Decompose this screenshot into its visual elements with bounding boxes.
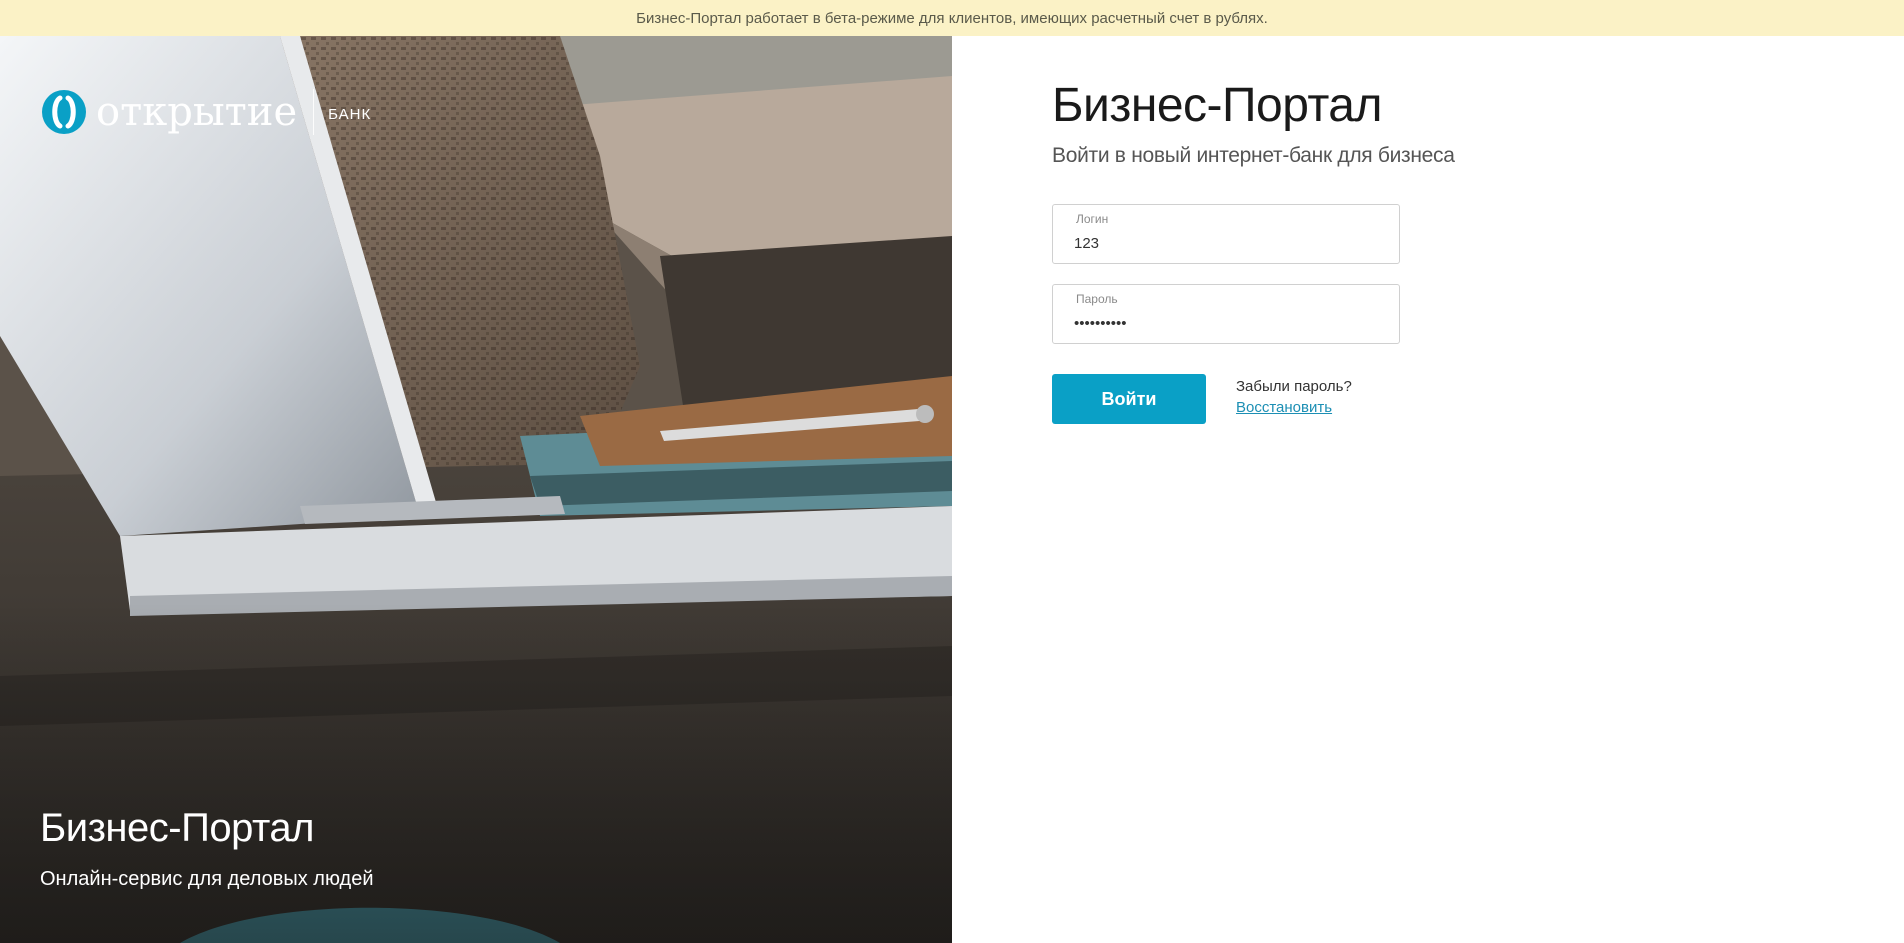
beta-notice-banner: Бизнес-Портал работает в бета-режиме для… <box>0 0 1904 36</box>
otkritie-logo-icon <box>42 90 86 134</box>
login-button[interactable]: Войти <box>1052 374 1206 424</box>
login-input[interactable] <box>1074 231 1374 255</box>
forgot-password-block: Забыли пароль? Восстановить <box>1236 378 1352 416</box>
hero-shade <box>0 603 952 943</box>
password-input[interactable] <box>1074 311 1374 335</box>
forgot-password-text: Забыли пароль? <box>1236 378 1352 395</box>
logo-divider <box>313 89 315 135</box>
recover-password-link[interactable]: Восстановить <box>1236 399 1352 416</box>
page-subtitle: Войти в новый интернет-банк для бизнеса <box>1052 144 1455 167</box>
hero-title: Бизнес-Портал <box>40 806 314 850</box>
hero-panel: открытие БАНК Бизнес-Портал Онлайн-серви… <box>0 36 952 943</box>
password-field-label: Пароль <box>1076 292 1118 306</box>
logo-wordmark: открытие <box>96 89 298 135</box>
beta-notice-text: Бизнес-Портал работает в бета-режиме для… <box>636 9 1268 27</box>
password-field[interactable]: Пароль <box>1052 284 1400 344</box>
login-panel: Бизнес-Портал Войти в новый интернет-бан… <box>952 36 1904 943</box>
hero-subtitle: Онлайн-сервис для деловых людей <box>40 868 374 890</box>
login-field-label: Логин <box>1076 212 1109 226</box>
logo-bank-label: БАНК <box>328 105 372 123</box>
bank-logo[interactable]: открытие БАНК <box>40 84 371 140</box>
login-field[interactable]: Логин <box>1052 204 1400 264</box>
page-title: Бизнес-Портал <box>1052 79 1383 132</box>
